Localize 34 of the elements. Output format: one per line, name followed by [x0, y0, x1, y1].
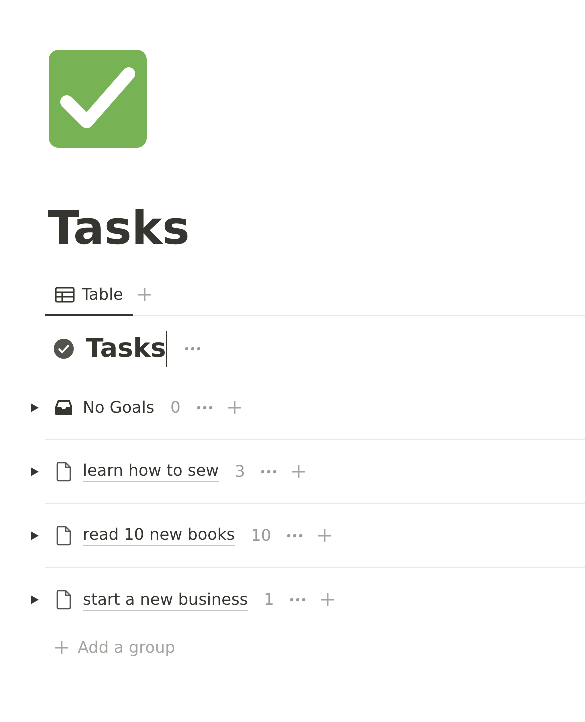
group-count: 10: [251, 524, 272, 546]
group-link[interactable]: read 10 new books: [83, 525, 236, 546]
more-icon[interactable]: [290, 598, 306, 602]
plus-icon: [54, 640, 70, 656]
view-tab[interactable]: Table: [45, 276, 134, 316]
plus-icon[interactable]: [320, 592, 336, 608]
plus-icon[interactable]: [226, 400, 243, 416]
toggle-triangle-icon[interactable]: [30, 531, 40, 541]
page-title: Tasks: [47, 200, 191, 256]
group-count: 3: [235, 460, 246, 482]
plus-icon[interactable]: [137, 287, 154, 303]
more-icon[interactable]: [261, 470, 278, 474]
check-circle-icon: [54, 339, 74, 359]
text-cursor: [166, 331, 168, 367]
document-icon: [56, 462, 72, 482]
table-icon: [55, 287, 75, 303]
checkmark-icon: [49, 50, 147, 148]
document-icon: [56, 526, 72, 546]
more-icon[interactable]: [287, 534, 304, 538]
inbox-icon: [55, 400, 73, 416]
group-link[interactable]: start a new business: [83, 590, 248, 610]
toggle-triangle-icon[interactable]: [30, 467, 40, 477]
toggle-triangle-icon[interactable]: [30, 595, 40, 605]
plus-icon[interactable]: [317, 528, 334, 544]
database-title: Tasks: [86, 332, 166, 366]
group-link[interactable]: learn how to sew: [83, 461, 220, 482]
plus-icon[interactable]: [291, 464, 308, 480]
more-icon[interactable]: [196, 406, 213, 410]
toggle-triangle-icon[interactable]: [30, 403, 40, 413]
group-count: 0: [170, 396, 181, 418]
document-icon: [56, 590, 72, 610]
group-count: 1: [264, 589, 274, 611]
more-icon[interactable]: [185, 347, 202, 351]
group-name: No Goals: [83, 398, 155, 418]
